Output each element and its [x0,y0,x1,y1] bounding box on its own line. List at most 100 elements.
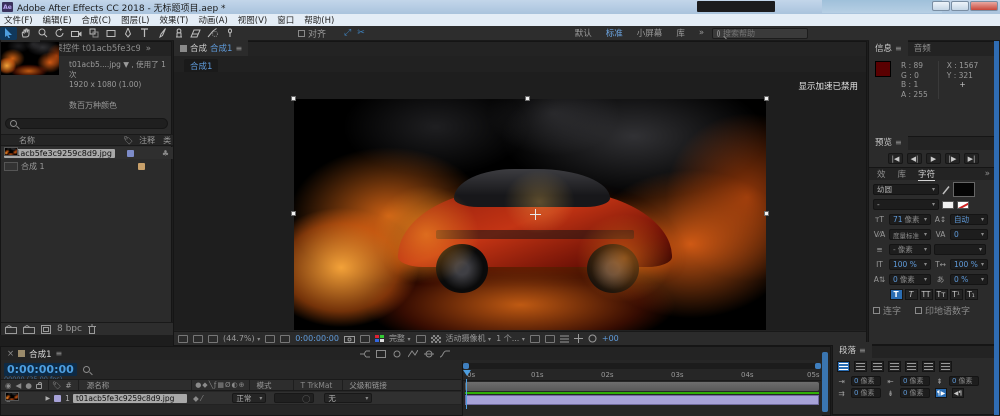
workspace-overflow[interactable]: » [699,28,704,38]
subscript-button[interactable]: T₁ [965,289,978,300]
selection-handle-ml[interactable] [291,211,296,216]
snap-toggle[interactable]: 对齐 [298,27,326,40]
layer-name[interactable]: t01acb5fe3c9259c8d9.jpg [73,394,187,403]
graph-editor-icon[interactable] [440,350,450,358]
indent-left-field[interactable]: 0像素 [851,376,881,386]
brush-tool[interactable] [153,27,170,40]
shy-icon[interactable] [392,350,402,358]
menu-window[interactable]: 窗口 [277,14,294,26]
trkmat-dropdown[interactable]: ◯ [274,393,314,403]
panel-menu-icon[interactable]: ≡ [859,346,866,355]
timeline-button-icon[interactable] [560,335,569,343]
comp-row-name[interactable]: 合成 1 [21,161,45,172]
justify-last-center-button[interactable] [905,361,918,372]
leading-field[interactable]: 自动▾ [950,214,988,225]
baseline-shift-field[interactable]: 0像素▾ [889,274,931,285]
kerning-field[interactable]: 度量标准▾ [889,229,931,240]
exposure-reset-icon[interactable] [588,334,597,343]
maximize-button[interactable] [951,1,969,11]
menu-layer[interactable]: 图层(L) [121,14,149,26]
stroke-style-dropdown[interactable]: ▾ [934,244,986,255]
column-type[interactable]: 类 [163,135,171,146]
close-button[interactable] [970,1,998,11]
menu-help[interactable]: 帮助(H) [304,14,334,26]
local-axis-icon[interactable]: ✂ [357,28,365,38]
fast-previews-icon[interactable] [545,335,555,343]
eyedropper-icon[interactable] [942,185,950,195]
puppet-pin-tool[interactable] [221,27,238,40]
menu-effect[interactable]: 效果(T) [160,14,189,26]
source-name-column[interactable]: 源名称 [87,380,110,391]
help-search-input[interactable] [723,29,803,38]
primary-viewer-icon[interactable] [193,335,203,343]
superscript-button[interactable]: T¹ [950,289,963,300]
footage-layer[interactable] [294,99,766,330]
justify-all-button[interactable] [939,361,952,372]
workspace-libraries[interactable]: 库 [676,27,685,39]
previous-frame-button[interactable]: ◀| [907,153,922,164]
hand-tool[interactable] [17,27,34,40]
trash-icon[interactable] [88,324,96,334]
vertical-scale-field[interactable]: 100 %▾ [889,259,931,270]
space-before-field[interactable]: 0像素 [949,376,979,386]
view-layout-dropdown[interactable]: 1 个... ▾ [496,333,525,344]
layer-number-column[interactable]: # [65,381,71,390]
tab-audio[interactable]: 音频 [908,40,937,56]
text-direction-rtl-button[interactable]: ◀¶ [952,388,964,398]
lock-icon[interactable] [36,384,42,389]
last-frame-button[interactable]: ▶| [964,153,979,164]
panel-menu-icon[interactable]: ≡ [895,44,902,53]
zoom-level-dropdown[interactable]: (44.7%) ▾ [223,334,260,343]
menu-view[interactable]: 视图(V) [238,14,267,26]
eraser-tool[interactable] [187,27,204,40]
small-caps-button[interactable]: Tт [935,289,948,300]
tab-composition[interactable]: 合成 合成1 ≡ [174,40,248,56]
trkmat-column[interactable]: T TrkMat [300,381,332,390]
align-right-button[interactable] [871,361,884,372]
project-item-comp[interactable]: 合成 1 [1,160,173,172]
selection-handle-tm[interactable] [525,96,530,101]
interpret-footage-icon[interactable] [5,325,17,334]
comp-mini-flowchart-icon[interactable] [360,350,370,358]
window-right-scrollbar[interactable] [994,41,999,415]
layer-duration-bar[interactable] [465,395,819,405]
layer-label-color[interactable] [54,395,61,402]
tab-libraries[interactable]: 库 [898,168,907,180]
eye-icon[interactable]: ◉ [5,381,12,390]
mask-visibility-icon[interactable] [280,335,290,343]
comp-label-color[interactable] [138,163,145,170]
exposure-value[interactable]: +00 [602,334,619,343]
snap-checkbox[interactable] [298,30,305,37]
faux-italic-button[interactable]: T [905,289,918,300]
text-tool[interactable] [136,27,153,40]
zoom-tool[interactable] [34,27,51,40]
rotate-tool[interactable] [51,27,68,40]
show-channels-icon[interactable] [375,335,384,342]
audio-icon[interactable]: ◀ [16,381,22,390]
selection-handle-tr[interactable] [764,96,769,101]
solo-icon[interactable]: ● [25,381,32,390]
layer-expander[interactable]: ▶ [46,395,51,402]
faux-bold-button[interactable]: T [890,289,903,300]
hindi-digits-toggle[interactable]: 印地语数字 [915,304,970,317]
align-center-button[interactable] [854,361,867,372]
motion-blur-icon[interactable] [424,350,434,358]
label-column-icon[interactable]: 🏷 [123,136,133,145]
tsume-field[interactable]: 0 %▾ [950,274,988,285]
space-after-field[interactable]: 0像素 [900,388,930,398]
resolution-dropdown[interactable]: 完整 ▾ [389,333,411,344]
stroke-none-swatch[interactable] [957,201,969,209]
draft-3d-icon[interactable] [376,350,386,358]
tab-preview[interactable]: 预览≡ [869,134,908,150]
font-family-dropdown[interactable]: 幼圆▾ [873,184,939,195]
tab-effects-presets[interactable]: 效 [877,168,886,180]
all-caps-button[interactable]: TT [920,289,933,300]
shape-tool[interactable] [102,27,119,40]
selection-handle-tl[interactable] [291,96,296,101]
clone-stamp-tool[interactable] [170,27,187,40]
layer-quality-switch[interactable]: ◆ ⁄ [193,394,202,403]
time-ruler[interactable]: 0s 01s 02s 03s 04s 05s [463,370,821,381]
pan-behind-tool[interactable] [85,27,102,40]
swap-fill-swatch[interactable] [942,201,954,209]
character-tab-overflow[interactable]: » [985,169,990,179]
